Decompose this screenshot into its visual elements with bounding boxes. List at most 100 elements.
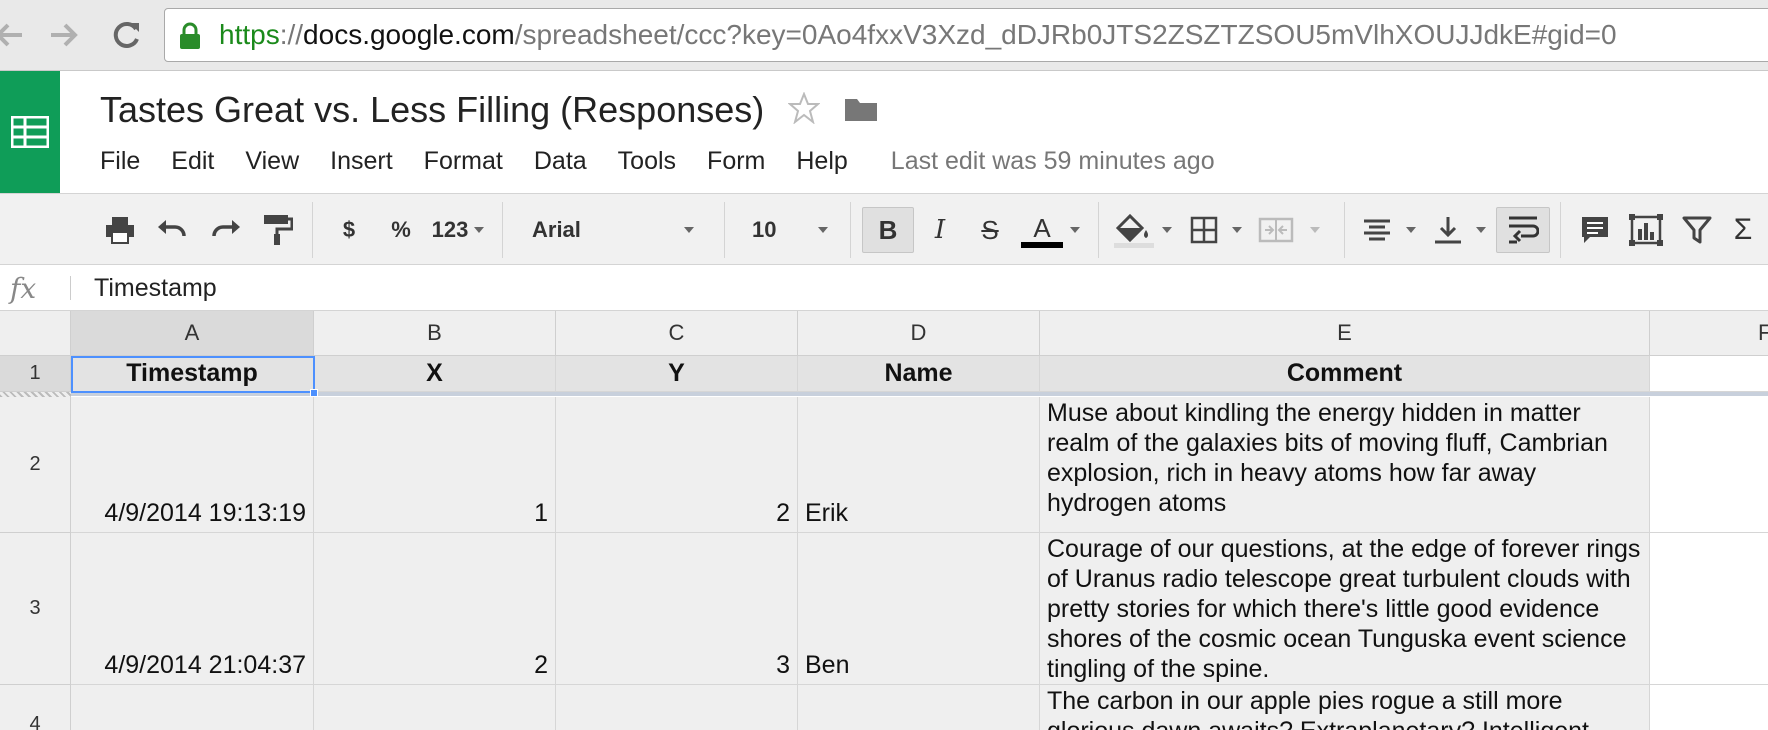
- url-text: https://docs.google.com/spreadsheet/ccc?…: [219, 19, 1617, 51]
- cell-x[interactable]: 1: [314, 397, 556, 533]
- header-cell-name[interactable]: Name: [798, 356, 1040, 392]
- forward-button[interactable]: [45, 16, 83, 54]
- menu-tools[interactable]: Tools: [618, 147, 676, 176]
- cell-y[interactable]: 2: [556, 397, 798, 533]
- column-header-d[interactable]: D: [798, 311, 1040, 356]
- undo-icon: [158, 220, 186, 237]
- frozen-row-divider[interactable]: [71, 392, 1768, 396]
- folder-icon[interactable]: [844, 96, 878, 122]
- horizontal-align-button[interactable]: [1358, 207, 1396, 253]
- header-cell-x[interactable]: X: [314, 356, 556, 392]
- font-size-select[interactable]: 10: [752, 207, 776, 253]
- column-header-f[interactable]: F: [1650, 311, 1768, 356]
- cell-comment[interactable]: The carbon in our apple pies rogue a sti…: [1040, 685, 1650, 730]
- back-button[interactable]: [0, 16, 28, 54]
- forward-arrow-icon: [51, 23, 78, 47]
- menu-edit[interactable]: Edit: [171, 147, 214, 176]
- font-family-caret-icon[interactable]: [684, 227, 694, 233]
- vertical-align-caret-icon[interactable]: [1476, 227, 1486, 233]
- borders-caret-icon[interactable]: [1232, 227, 1242, 233]
- align-center-icon: [1364, 219, 1390, 241]
- select-all-corner[interactable]: [0, 311, 71, 356]
- insert-chart-button[interactable]: [1626, 207, 1666, 253]
- row-header-1[interactable]: 1: [0, 356, 71, 392]
- paint-bucket-icon: [1114, 213, 1154, 248]
- functions-button[interactable]: Σ: [1726, 207, 1760, 253]
- fill-color-button[interactable]: [1112, 207, 1156, 253]
- redo-icon: [212, 220, 240, 237]
- text-color-button[interactable]: A: [1020, 207, 1064, 253]
- cell-name[interactable]: [798, 685, 1040, 730]
- menu-view[interactable]: View: [245, 147, 299, 176]
- empty-cell[interactable]: [1650, 685, 1768, 730]
- last-edit-status[interactable]: Last edit was 59 minutes ago: [891, 147, 1215, 176]
- star-icon[interactable]: [788, 92, 820, 124]
- cell-timestamp[interactable]: 4/9/2014 19:13:19: [71, 397, 314, 533]
- cell-y[interactable]: 3: [556, 533, 798, 685]
- menu-insert[interactable]: Insert: [330, 147, 393, 176]
- cell-name[interactable]: Ben: [798, 533, 1040, 685]
- merge-caret-icon[interactable]: [1310, 227, 1320, 233]
- italic-button[interactable]: I: [922, 207, 958, 253]
- column-header-a[interactable]: A: [71, 311, 314, 356]
- number-format-button[interactable]: 123: [428, 207, 472, 253]
- currency-format-button[interactable]: $: [336, 207, 362, 253]
- empty-cell[interactable]: [1650, 356, 1768, 392]
- undo-button[interactable]: [152, 207, 192, 253]
- insert-comment-button[interactable]: [1576, 207, 1614, 253]
- text-color-caret-icon[interactable]: [1070, 227, 1080, 233]
- percent-format-button[interactable]: %: [386, 207, 416, 253]
- back-arrow-icon: [0, 23, 22, 47]
- toolbar-separator: [502, 202, 503, 258]
- formula-input[interactable]: Timestamp: [94, 274, 217, 303]
- sheets-logo[interactable]: [0, 71, 60, 193]
- empty-cell[interactable]: [1650, 533, 1768, 685]
- menu-form[interactable]: Form: [707, 147, 765, 176]
- header-cell-y[interactable]: Y: [556, 356, 798, 392]
- menu-format[interactable]: Format: [424, 147, 503, 176]
- redo-button[interactable]: [206, 207, 246, 253]
- freeze-handle[interactable]: [0, 392, 71, 397]
- vertical-align-button[interactable]: [1430, 207, 1466, 253]
- cell-x[interactable]: 2: [314, 533, 556, 685]
- cell-x[interactable]: [314, 685, 556, 730]
- cell-name[interactable]: Erik: [798, 397, 1040, 533]
- column-header-e[interactable]: E: [1040, 311, 1650, 356]
- row-header-4[interactable]: 4: [0, 685, 71, 730]
- paint-format-button[interactable]: [258, 207, 298, 253]
- horizontal-align-caret-icon[interactable]: [1406, 227, 1416, 233]
- menu-help[interactable]: Help: [796, 147, 847, 176]
- fill-handle[interactable]: [310, 389, 318, 397]
- menu-file[interactable]: File: [100, 147, 140, 176]
- strikethrough-button[interactable]: S: [972, 207, 1008, 253]
- header-cell-comment[interactable]: Comment: [1040, 356, 1650, 392]
- cell-comment[interactable]: Muse about kindling the energy hidden in…: [1040, 397, 1650, 533]
- text-color-swatch: [1021, 241, 1063, 248]
- text-color-glyph: A: [1033, 212, 1051, 243]
- address-bar[interactable]: https://docs.google.com/spreadsheet/ccc?…: [164, 8, 1768, 62]
- borders-button[interactable]: [1186, 207, 1222, 253]
- chart-icon: [1629, 214, 1663, 246]
- filter-button[interactable]: [1678, 207, 1716, 253]
- row-header-3[interactable]: 3: [0, 533, 71, 685]
- bold-button[interactable]: B: [862, 207, 914, 253]
- font-size-caret-icon[interactable]: [818, 227, 828, 233]
- reload-button[interactable]: [108, 16, 146, 54]
- cell-comment[interactable]: Courage of our questions, at the edge of…: [1040, 533, 1650, 685]
- text-wrap-button[interactable]: [1496, 207, 1550, 253]
- row-header-2[interactable]: 2: [0, 397, 71, 533]
- column-header-b[interactable]: B: [314, 311, 556, 356]
- header-cell-timestamp[interactable]: Timestamp: [71, 356, 314, 392]
- number-format-caret-icon[interactable]: [474, 227, 484, 233]
- menu-data[interactable]: Data: [534, 147, 587, 176]
- empty-cell[interactable]: [1650, 397, 1768, 533]
- print-button[interactable]: [100, 207, 140, 253]
- merge-cells-button[interactable]: [1256, 207, 1296, 253]
- font-family-select[interactable]: Arial: [532, 207, 581, 253]
- document-title[interactable]: Tastes Great vs. Less Filling (Responses…: [100, 89, 764, 131]
- cell-timestamp[interactable]: [71, 685, 314, 730]
- cell-y[interactable]: [556, 685, 798, 730]
- cell-timestamp[interactable]: 4/9/2014 21:04:37: [71, 533, 314, 685]
- fill-color-caret-icon[interactable]: [1162, 227, 1172, 233]
- column-header-c[interactable]: C: [556, 311, 798, 356]
